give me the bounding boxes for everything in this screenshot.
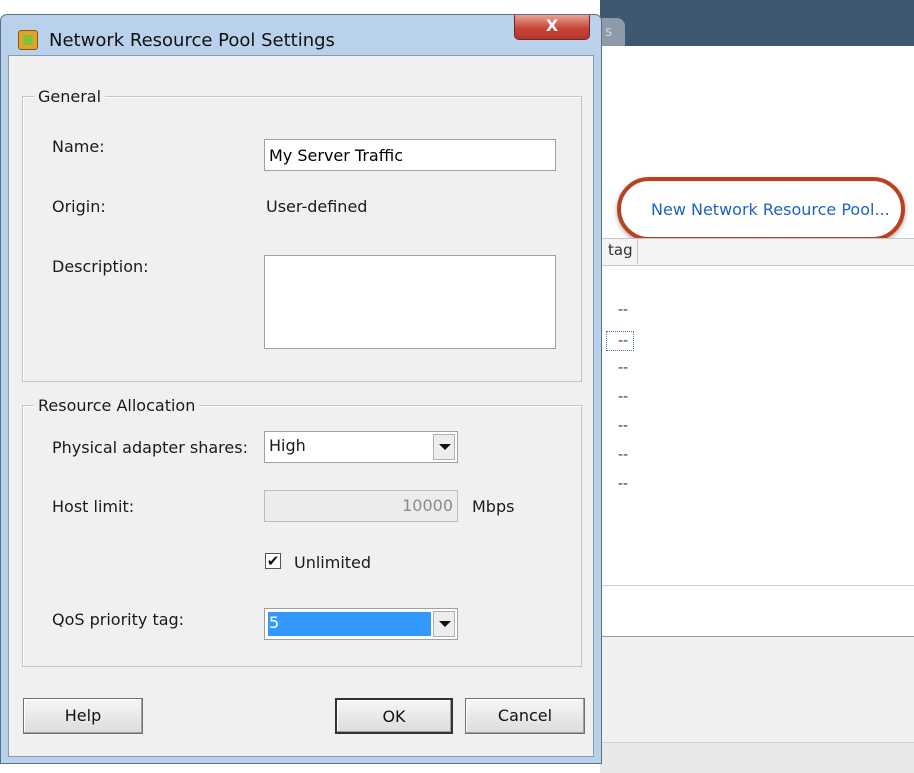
network-resource-pool-settings-dialog: Network Resource Pool Settings X General… — [0, 14, 602, 764]
origin-value: User-defined — [266, 197, 368, 216]
name-label: Name: — [52, 137, 105, 156]
grid-cell[interactable]: -- — [618, 302, 628, 318]
background-tab-label: s — [605, 24, 613, 40]
dialog-title: Network Resource Pool Settings — [49, 30, 335, 51]
grid-column-header-tag[interactable]: tag — [608, 241, 633, 259]
dialog-titlebar[interactable]: Network Resource Pool Settings X — [1, 15, 601, 55]
grid-cell-selected[interactable]: -- — [606, 331, 634, 351]
close-button[interactable]: X — [514, 15, 590, 40]
grid-divider — [600, 585, 914, 586]
chevron-down-icon[interactable] — [433, 434, 455, 460]
physical-adapter-shares-label: Physical adapter shares: — [52, 438, 248, 457]
grid-column-divider[interactable] — [637, 239, 638, 264]
host-limit-field[interactable]: 10000 — [264, 490, 458, 522]
unlimited-label[interactable]: Unlimited — [294, 553, 371, 572]
grid-cell[interactable]: -- — [618, 447, 628, 463]
qos-selected-value: 5 — [268, 612, 431, 636]
host-limit-label: Host limit: — [52, 497, 135, 516]
vsphere-app-icon — [18, 30, 38, 50]
description-label: Description: — [52, 257, 149, 276]
general-group-legend: General — [34, 87, 106, 106]
help-button[interactable]: Help — [23, 698, 143, 734]
description-field[interactable] — [264, 255, 556, 349]
shares-selected-value: High — [269, 436, 306, 455]
app-header-bar — [600, 0, 914, 46]
grid-cell[interactable]: -- — [618, 418, 628, 434]
origin-label: Origin: — [52, 197, 106, 216]
qos-priority-tag-select[interactable]: 5 — [264, 608, 458, 640]
physical-adapter-shares-select[interactable]: High — [264, 431, 458, 463]
grid-cell[interactable]: -- — [618, 476, 628, 492]
name-field[interactable] — [264, 139, 556, 171]
grid-cell[interactable]: -- — [618, 389, 628, 405]
dialog-client-area: General Name: Origin: User-defined Descr… — [8, 55, 594, 757]
checkmark-icon: ✔ — [266, 552, 280, 570]
host-limit-unit: Mbps — [472, 497, 515, 516]
grid-header-row — [600, 238, 914, 266]
close-icon: X — [545, 16, 559, 35]
ok-button[interactable]: OK — [335, 698, 453, 734]
unlimited-checkbox[interactable]: ✔ — [265, 553, 281, 569]
chevron-down-icon[interactable] — [433, 611, 455, 637]
grid-cell[interactable]: -- — [618, 360, 628, 376]
status-strip — [600, 742, 914, 773]
cancel-button[interactable]: Cancel — [465, 698, 585, 734]
resource-allocation-legend: Resource Allocation — [34, 396, 200, 415]
qos-priority-tag-label: QoS priority tag: — [52, 610, 185, 629]
new-network-resource-pool-link[interactable]: New Network Resource Pool... — [651, 200, 890, 219]
